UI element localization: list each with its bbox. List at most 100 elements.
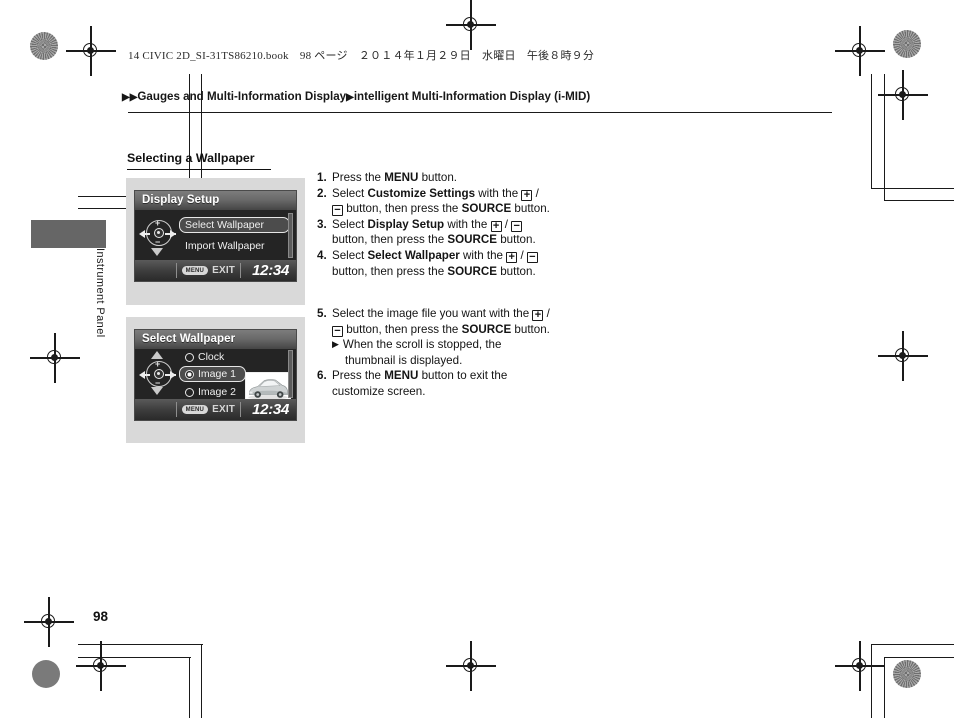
knob-right-arrow-icon [165,230,176,238]
list-item-label: Select Wallpaper [185,219,264,231]
minus-key-icon: − [511,220,523,232]
step-number: 6. [317,369,327,383]
breadcrumb-level2: intelligent Multi-Information Display (i… [353,90,591,103]
knob-plus-label: + [155,218,161,228]
procedure-subnote: ▶ When the scroll is stopped, the [317,337,617,353]
breadcrumb: ▶▶Gauges and Multi-Information Display▶i… [122,90,834,103]
figure-select-wallpaper: Select Wallpaper + − Clock Image 1 Image… [126,317,305,443]
page-number: 98 [93,609,109,624]
step-number: 4. [317,248,327,262]
emphasis-text: SOURCE [447,233,497,247]
procedure-step: 1. Press the MENU button. [317,170,617,186]
crop-mark-line [884,200,954,202]
joystick-knob-icon: + − [139,218,176,252]
plus-key-icon: + [490,220,502,232]
crop-mark-line [201,645,203,718]
color-control-dot [893,30,921,58]
clock-display: 12:34 [252,262,289,279]
procedure-steps-bottom: 5. Select the image file you want with th… [317,306,617,400]
procedure-step: 4. Select Select Wallpaper with the + / − [317,248,617,264]
step-text: When the scroll is stopped, the [342,338,502,352]
radio-button-off-icon[interactable] [185,387,194,397]
step-text: − button, then press the SOURCE button. [332,322,617,338]
registration-target [878,331,928,381]
crop-mark-line [871,644,954,646]
step-text: Press the MENU button. [332,171,458,184]
running-head: 14 CIVIC 2D_SI-31TS86210.book 98 ページ ２０１… [128,50,595,62]
knob-right-arrow-icon [165,371,176,379]
exit-label: EXIT [212,404,236,415]
chapter-tab-block [31,220,106,248]
procedure-step: button, then press the SOURCE button. [317,264,617,280]
list-item[interactable]: Clock [179,349,224,365]
radio-button-on-icon[interactable] [185,369,194,379]
procedure-step: 6. Press the MENU button to exit the [317,368,617,384]
emphasis-text: Display Setup [367,217,445,231]
procedure-step: thumbnail is displayed. [317,353,617,369]
exit-label: EXIT [212,265,236,276]
registration-target [878,70,928,120]
procedure-step: − button, then press the SOURCE button. [317,201,617,217]
list-item-selected[interactable]: Select Wallpaper [179,217,290,233]
status-bar-divider [175,263,177,278]
minus-key-icon: − [526,251,538,263]
emphasis-text: SOURCE [461,202,512,216]
scrollbar[interactable] [288,213,293,258]
status-bar-divider [175,402,177,417]
page-title: Selecting a Wallpaper [127,151,255,165]
breadcrumb-marker-icon-2: ▶ [129,91,138,103]
procedure-step: button, then press the SOURCE button. [317,232,617,248]
list-item-label: Image 1 [198,368,236,380]
step-text: thumbnail is displayed. [345,353,463,367]
emphasis-text: SOURCE [461,322,512,336]
crop-mark-line [884,657,954,659]
step-text: Press the MENU button to exit the [332,369,508,383]
emphasis-text: Select Wallpaper [367,248,460,262]
list-item[interactable]: Import Wallpaper [179,238,265,254]
step-text: Select Customize Settings with the + / [332,186,539,201]
procedure-step: 5. Select the image file you want with th… [317,306,617,322]
list-item-label: Image 2 [198,386,236,398]
color-control-dot [30,32,58,60]
knob-minus-label: − [155,378,161,388]
list-item-label: Import Wallpaper [185,240,265,252]
procedure-steps-top: 1. Press the MENU button. 2. Select Customi… [317,170,617,279]
step-number: 1. [317,171,327,184]
procedure-step: 2. Select Customize Settings with the + / [317,186,617,202]
list-item[interactable]: Image 2 [179,384,236,400]
color-control-dot [32,660,60,688]
breadcrumb-marker-icon: ▶ [122,91,130,103]
menu-key-icon[interactable]: MENU [181,266,209,275]
imid-screen: Display Setup + − Select Wallpaper Impor… [134,190,297,282]
step-text: Select Display Setup with the + / − [332,217,617,233]
list-item-label: Clock [198,351,225,363]
status-bar-divider-2 [240,263,242,278]
breadcrumb-level1: Gauges and Multi-Information Display [137,90,347,103]
radio-button-off-icon[interactable] [185,352,194,362]
procedure-step: 3. Select Display Setup with the + / − [317,217,617,233]
minus-key-icon: − [332,325,343,337]
car-thumbnail-graphic [246,373,290,402]
clock-display: 12:34 [252,401,289,418]
status-bar-divider-2 [240,402,242,417]
step-text: Select Select Wallpaper with the + / − [332,248,617,264]
registration-target [30,333,80,383]
menu-key-icon[interactable]: MENU [181,405,209,414]
screen-title: Select Wallpaper [135,330,296,349]
imid-screen: Select Wallpaper + − Clock Image 1 Image… [134,329,297,421]
emphasis-text: Customize Settings [367,186,476,200]
registration-target [446,0,496,50]
screen-status-bar: MENU EXIT 12:34 [135,399,296,420]
knob-plus-label: + [155,359,161,369]
emphasis-text: SOURCE [447,264,497,278]
emphasis-text: MENU [384,171,419,184]
list-item-selected[interactable]: Image 1 [179,366,246,382]
scrollbar[interactable] [288,350,293,398]
page-title-rule [127,169,271,171]
registration-target [76,641,126,691]
plus-key-icon: + [532,310,544,321]
emphasis-text: MENU [384,369,419,383]
screen-title: Display Setup [135,191,296,210]
header-rule [128,112,832,114]
plus-key-icon: + [521,189,533,201]
